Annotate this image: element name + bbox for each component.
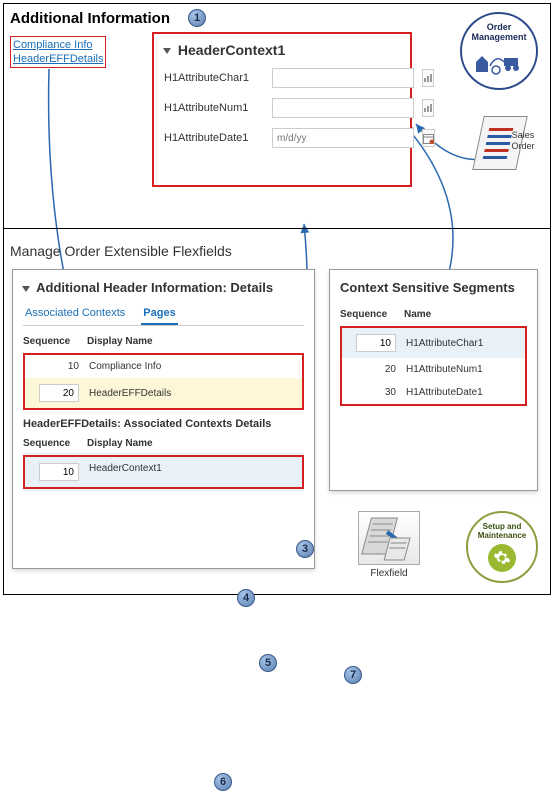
cell-name: H1AttributeDate1: [406, 387, 483, 398]
attr-label: H1AttributeDate1: [164, 132, 264, 144]
sales-order-label: SalesOrder: [506, 130, 540, 152]
setup-text-2: Maintenance: [478, 531, 526, 540]
col-sequence: Sequence: [23, 336, 87, 347]
seq-input[interactable]: [356, 334, 396, 352]
order-management-badge: Order Management: [460, 12, 538, 90]
col-sequence: Sequence: [23, 438, 87, 449]
callout-5: 5: [259, 654, 277, 672]
seq-input[interactable]: [39, 384, 79, 402]
callout-3: 3: [296, 540, 314, 558]
segment-row[interactable]: H1AttributeChar1: [342, 328, 525, 358]
right-card-title: Context Sensitive Segments: [340, 280, 527, 295]
bottom-panel: Manage Order Extensible Flexfields 2 Add…: [4, 229, 550, 595]
attr-input-num1[interactable]: [272, 98, 414, 118]
bar-chart-icon[interactable]: [422, 69, 434, 87]
calendar-icon[interactable]: [422, 129, 435, 147]
bar-chart-icon[interactable]: [422, 99, 434, 117]
attr-row-date1: H1AttributeDate1: [164, 128, 400, 148]
pages-row[interactable]: 10 Compliance Info: [25, 355, 302, 378]
assoc-subheader: HeaderEFFDetails: Associated Contexts De…: [23, 418, 304, 430]
pages-redbox: 10 Compliance Info HeaderEFFDetails: [23, 353, 304, 410]
attr-row-num1: H1AttributeNum1: [164, 98, 400, 118]
tab-pages[interactable]: Pages: [141, 303, 177, 325]
header-context-panel: HeaderContext1 H1AttributeChar1 H1Attrib…: [152, 32, 412, 187]
col-display-name: Display Name: [87, 336, 153, 347]
callout-1: 1: [188, 9, 206, 27]
assoc-row-bg: HeaderContext1: [23, 453, 304, 491]
col-display-name: Display Name: [87, 438, 153, 449]
link-header-eff-details[interactable]: HeaderEFFDetails: [13, 52, 103, 66]
pages-row[interactable]: HeaderEFFDetails: [25, 378, 302, 408]
top-panel: Additional Information 1 Compliance Info…: [4, 4, 550, 229]
flexfield-badge: Flexfield: [353, 511, 425, 579]
cell-seq: 10: [25, 361, 89, 372]
segment-row[interactable]: 30 H1AttributeDate1: [342, 381, 525, 404]
attr-row-char1: H1AttributeChar1: [164, 68, 400, 88]
header-context-title-text: HeaderContext1: [178, 42, 285, 58]
section-title: Additional Information: [10, 10, 170, 27]
attr-input-date1[interactable]: [272, 128, 414, 148]
links-box: Compliance Info HeaderEFFDetails: [10, 36, 106, 68]
setup-text-1: Setup and: [483, 522, 522, 531]
cell-seq: [25, 384, 89, 402]
flexfield-icon: [358, 511, 420, 565]
right-card: Context Sensitive Segments Sequence Name…: [329, 269, 538, 491]
cell-name: HeaderEFFDetails: [89, 388, 171, 399]
callout-7: 7: [344, 666, 362, 684]
callout-4: 4: [237, 589, 255, 607]
col-name: Name: [404, 309, 431, 320]
disclosure-icon[interactable]: [22, 286, 30, 292]
assoc-redbox: HeaderContext1: [23, 455, 304, 489]
callout-6: 6: [214, 773, 232, 791]
cell-seq: [25, 463, 89, 481]
attr-label: H1AttributeChar1: [164, 72, 264, 84]
left-card: Additional Header Information: Details 3…: [12, 269, 315, 569]
sales-order-badge: SalesOrder: [478, 116, 538, 178]
cell-name: Compliance Info: [89, 361, 161, 372]
cell-name: HeaderContext1: [89, 463, 162, 481]
segments-grid-header: Sequence Name: [340, 305, 527, 324]
section-title-text: Additional Information: [10, 10, 170, 27]
pages-grid-header: Sequence Display Name: [23, 332, 304, 351]
om-text-1: Order: [487, 22, 512, 32]
left-card-title-text: Additional Header Information: Details: [36, 280, 273, 295]
header-context-title: HeaderContext1: [164, 42, 400, 58]
manage-title-text: Manage Order Extensible Flexfields: [10, 243, 232, 259]
segments-redbox: H1AttributeChar1 20 H1AttributeNum1 30 H…: [340, 326, 527, 406]
flexfield-label: Flexfield: [353, 568, 425, 579]
cell-name: H1AttributeNum1: [406, 364, 483, 375]
om-text-2: Management: [471, 32, 526, 42]
seq-input[interactable]: [39, 463, 79, 481]
manage-title: Manage Order Extensible Flexfields: [10, 243, 232, 259]
link-compliance-info[interactable]: Compliance Info: [13, 38, 103, 52]
tabs: Associated Contexts Pages: [23, 303, 304, 326]
left-card-title: Additional Header Information: Details: [23, 280, 304, 295]
om-icons: [474, 48, 524, 76]
setup-maintenance-badge: Setup and Maintenance: [466, 511, 538, 583]
tab-associated-contexts[interactable]: Associated Contexts: [23, 303, 127, 325]
cell-seq: 30: [342, 387, 406, 398]
disclosure-icon[interactable]: [163, 48, 171, 54]
attr-input-char1[interactable]: [272, 68, 414, 88]
assoc-grid-header: Sequence Display Name: [23, 434, 304, 453]
cell-name: H1AttributeChar1: [406, 338, 483, 349]
cell-seq: [342, 334, 406, 352]
col-sequence: Sequence: [340, 309, 404, 320]
segment-row[interactable]: 20 H1AttributeNum1: [342, 358, 525, 381]
gear-icon: [488, 544, 516, 572]
cell-seq: 20: [342, 364, 406, 375]
attr-label: H1AttributeNum1: [164, 102, 264, 114]
